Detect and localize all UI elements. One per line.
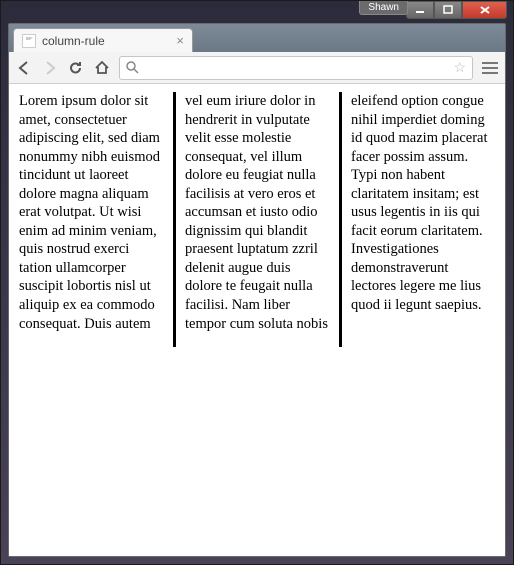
arrow-right-icon — [42, 60, 58, 76]
url-input[interactable] — [145, 60, 447, 75]
hamburger-icon — [482, 62, 498, 64]
os-window: Shawn column-rule × — [0, 0, 514, 565]
tab-close-button[interactable]: × — [176, 33, 184, 48]
search-icon — [126, 61, 139, 74]
minimize-icon — [415, 5, 425, 15]
tab-strip: column-rule × — [9, 24, 505, 52]
maximize-icon — [443, 5, 453, 15]
close-button[interactable] — [462, 1, 507, 19]
minimize-button[interactable] — [406, 1, 434, 19]
bookmark-star-icon[interactable]: ☆ — [453, 59, 466, 76]
reload-icon — [68, 60, 84, 76]
menu-button[interactable] — [481, 59, 499, 77]
browser-chrome: column-rule × ☆ — [8, 23, 506, 557]
browser-tab[interactable]: column-rule × — [13, 28, 193, 52]
file-icon — [22, 34, 36, 48]
page-viewport: Lorem ipsum dolor sit amet, consectetuer… — [9, 84, 505, 556]
toolbar: ☆ — [9, 52, 505, 84]
user-badge[interactable]: Shawn — [359, 1, 408, 15]
back-button[interactable] — [15, 59, 33, 77]
titlebar: Shawn — [1, 1, 513, 23]
address-bar[interactable]: ☆ — [119, 56, 473, 80]
reload-button[interactable] — [67, 59, 85, 77]
maximize-button[interactable] — [434, 1, 462, 19]
arrow-left-icon — [16, 60, 32, 76]
forward-button[interactable] — [41, 59, 59, 77]
window-controls — [406, 1, 507, 19]
home-icon — [94, 60, 110, 76]
tab-title: column-rule — [42, 34, 176, 48]
close-icon — [479, 5, 491, 15]
home-button[interactable] — [93, 59, 111, 77]
multicolumn-text: Lorem ipsum dolor sit amet, consectetuer… — [19, 92, 495, 347]
